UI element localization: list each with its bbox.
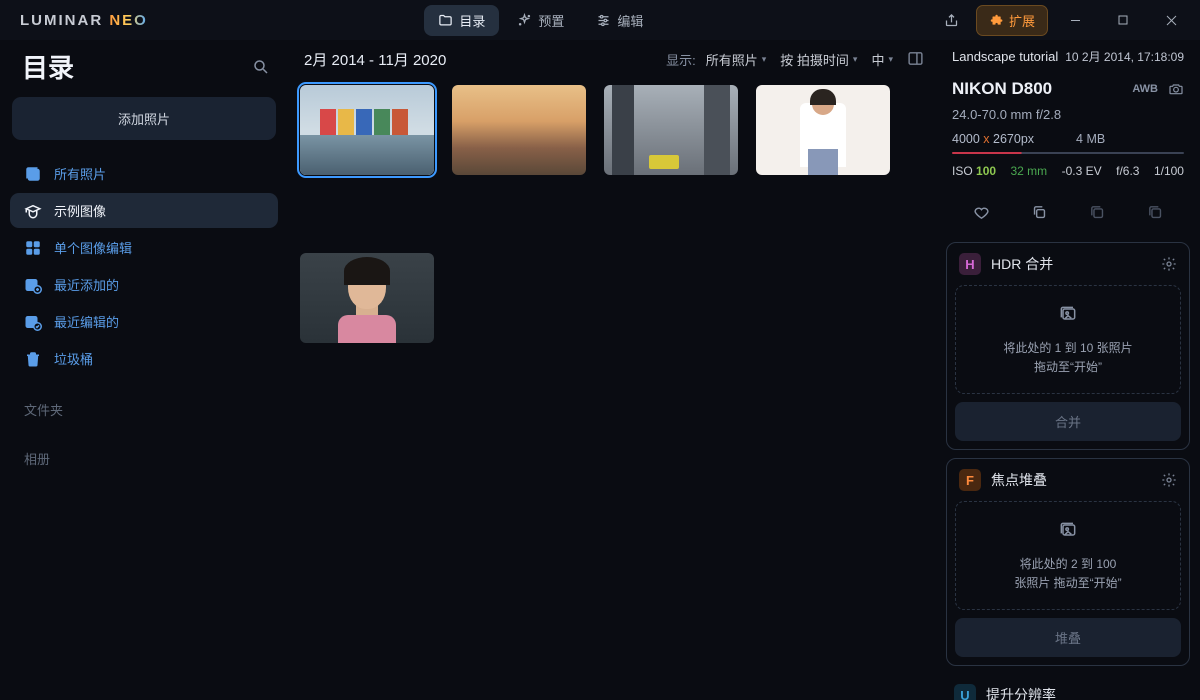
thumbnail[interactable]	[452, 85, 586, 175]
action-3[interactable]	[1085, 200, 1110, 228]
images-icon	[966, 520, 1170, 549]
date-range: 2月 2014 - 11月 2020	[304, 49, 446, 70]
gear-icon[interactable]	[1161, 472, 1177, 488]
tab-presets[interactable]: 预置	[503, 5, 578, 36]
upscale-icon: U	[954, 684, 976, 700]
sliders-icon	[596, 13, 611, 28]
thumbnail[interactable]	[300, 85, 434, 175]
hdr-icon: H	[959, 253, 981, 275]
thumbnail[interactable]	[604, 85, 738, 175]
focus-icon: F	[959, 469, 981, 491]
histogram-bar	[952, 152, 1184, 154]
section-albums: 相册	[10, 427, 278, 476]
focus-dropzone[interactable]: 将此处的 2 到 100 张照片 拖动至“开始”	[955, 501, 1181, 610]
tab-catalog[interactable]: 目录	[424, 5, 499, 36]
meta-wb: AWB	[1132, 83, 1158, 95]
size-dropdown[interactable]: 中▾	[867, 48, 897, 71]
nav-recent-edited[interactable]: 最近编辑的	[10, 304, 278, 339]
section-folders: 文件夹	[10, 378, 278, 427]
hdr-dropzone[interactable]: 将此处的 1 到 10 张照片 拖动至“开始”	[955, 285, 1181, 394]
chevron-down-icon: ▾	[888, 54, 893, 65]
nav-trash[interactable]: 垃圾桶	[10, 341, 278, 376]
trash-icon	[24, 350, 42, 368]
recent-edited-icon	[24, 313, 42, 331]
meta-datetime: 10 2月 2014, 17:18:09	[1065, 48, 1184, 65]
hdr-merge-card: H HDR 合并 将此处的 1 到 10 张照片 拖动至“开始” 合并	[946, 242, 1190, 450]
window-maximize[interactable]	[1102, 5, 1144, 35]
meta-ev: -0.3 EV	[1062, 164, 1102, 178]
meta-camera: NIKON D800	[952, 79, 1052, 99]
meta-shutter: 1/100	[1154, 164, 1184, 178]
extensions-button[interactable]: 扩展	[976, 5, 1048, 36]
single-view-toggle[interactable]	[907, 50, 924, 70]
gear-icon[interactable]	[1161, 256, 1177, 272]
share-button[interactable]	[934, 6, 970, 34]
favorite-button[interactable]	[969, 200, 994, 228]
graduation-icon	[24, 202, 42, 220]
meta-filesize: 4 MB	[1076, 132, 1105, 146]
photo-stack-icon	[24, 165, 42, 183]
chevron-down-icon: ▾	[853, 54, 858, 65]
nav-all-photos[interactable]: 所有照片	[10, 156, 278, 191]
hdr-merge-button[interactable]: 合并	[955, 402, 1181, 441]
minimize-icon	[1070, 15, 1081, 26]
nav-single-edit[interactable]: 单个图像编辑	[10, 230, 278, 265]
close-icon	[1166, 15, 1177, 26]
add-photos-button[interactable]: 添加照片	[12, 97, 276, 140]
nav-sample-images[interactable]: 示例图像	[10, 193, 278, 228]
thumbnail[interactable]	[756, 85, 890, 175]
search-icon[interactable]	[252, 58, 270, 76]
meta-focal: 32 mm	[1011, 164, 1048, 178]
chevron-down-icon: ▾	[762, 54, 767, 65]
action-4[interactable]	[1143, 200, 1168, 228]
heart-icon	[973, 204, 990, 221]
folder-icon	[438, 13, 453, 28]
meta-iso: ISO 100	[952, 164, 996, 178]
show-label: 显示:	[666, 50, 696, 69]
copy-icon	[1031, 204, 1048, 221]
stack-icon	[1147, 204, 1164, 221]
maximize-icon	[1118, 15, 1128, 25]
window-minimize[interactable]	[1054, 5, 1096, 35]
puzzle-icon	[989, 13, 1003, 27]
metadata-panel: Landscape tutorial 10 2月 2014, 17:18:09 …	[942, 40, 1194, 234]
upscale-card: U 提升分辨率	[942, 674, 1194, 700]
meta-lens: 24.0-70.0 mm f/2.8	[952, 107, 1184, 122]
grid-icon	[24, 239, 42, 257]
meta-filename: Landscape tutorial	[952, 49, 1058, 64]
sparkle-icon	[517, 13, 532, 28]
copy-button[interactable]	[1027, 200, 1052, 228]
show-dropdown[interactable]: 所有照片▾	[702, 48, 771, 71]
meta-aperture: f/6.3	[1116, 164, 1139, 178]
thumbnail[interactable]	[300, 253, 434, 343]
meta-dimensions: 4000 x 2670px	[952, 132, 1034, 146]
images-icon	[966, 304, 1170, 333]
app-logo: LUMINAR NEO	[8, 12, 148, 29]
page-title: 目录	[22, 48, 74, 85]
stack-icon	[1089, 204, 1106, 221]
tab-edit[interactable]: 编辑	[582, 5, 657, 36]
window-close[interactable]	[1150, 5, 1192, 35]
panel-icon	[907, 50, 924, 67]
share-icon	[944, 13, 959, 28]
camera-icon	[1168, 81, 1184, 97]
focus-stack-button[interactable]: 堆叠	[955, 618, 1181, 657]
sort-dropdown[interactable]: 按 拍摄时间▾	[776, 48, 861, 71]
focus-stack-card: F 焦点堆叠 将此处的 2 到 100 张照片 拖动至“开始” 堆叠	[946, 458, 1190, 666]
nav-recent-added[interactable]: 最近添加的	[10, 267, 278, 302]
recent-added-icon	[24, 276, 42, 294]
